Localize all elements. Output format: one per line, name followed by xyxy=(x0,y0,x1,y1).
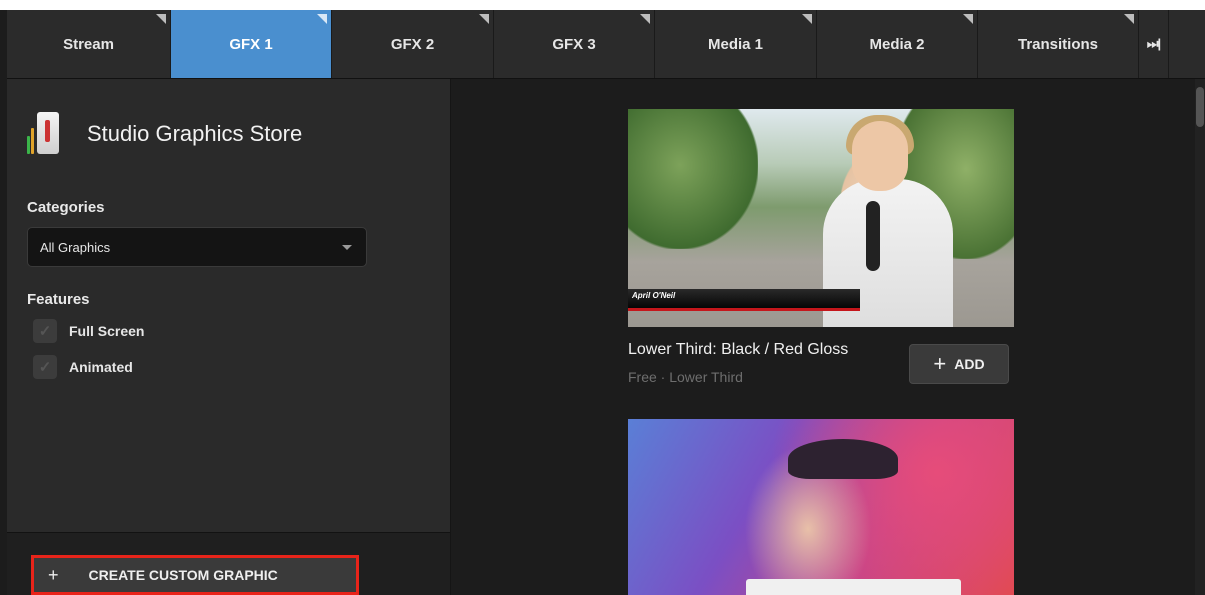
feature-animated[interactable]: ✓ Animated xyxy=(33,355,133,379)
graphic-thumbnail[interactable] xyxy=(628,419,1014,595)
tab-transitions[interactable]: Transitions xyxy=(978,10,1139,78)
app-window: Stream GFX 1 GFX 2 GFX 3 Media 1 Media 2… xyxy=(0,10,1205,595)
tab-label: Stream xyxy=(63,35,114,53)
graphics-store-icon xyxy=(27,110,67,158)
plus-icon: + xyxy=(933,351,947,376)
tab-gfx-2[interactable]: GFX 2 xyxy=(332,10,494,78)
tab-scroll-right-icon[interactable]: ⏭| xyxy=(1139,10,1169,78)
create-button-label: CREATE CUSTOM GRAPHIC xyxy=(88,567,278,583)
plus-icon: + xyxy=(48,564,59,585)
sidebar-footer: + CREATE CUSTOM GRAPHIC xyxy=(7,532,450,595)
checkbox[interactable]: ✓ xyxy=(33,355,57,379)
create-custom-graphic-button[interactable]: + CREATE CUSTOM GRAPHIC xyxy=(31,555,359,595)
category-selected-value: All Graphics xyxy=(40,239,111,255)
tab-corner-icon xyxy=(802,14,812,24)
store-header: Studio Graphics Store xyxy=(27,109,302,159)
add-graphic-button[interactable]: + ADD xyxy=(909,344,1009,384)
tab-label: GFX 3 xyxy=(552,35,596,53)
tab-corner-icon xyxy=(640,14,650,24)
tab-label: Media 2 xyxy=(869,35,925,53)
scrollbar-thumb[interactable] xyxy=(1196,87,1204,127)
graphic-title: Lower Third: Black / Red Gloss xyxy=(628,341,849,358)
tab-corner-icon xyxy=(156,14,166,24)
graphic-meta: Free · Lower Third xyxy=(628,369,743,385)
store-title: Studio Graphics Store xyxy=(87,121,303,146)
graphic-thumbnail[interactable]: April O'Neil xyxy=(628,109,1014,327)
tab-media-2[interactable]: Media 2 xyxy=(817,10,978,78)
tab-label: Transitions xyxy=(1017,35,1099,53)
add-button-label: ADD xyxy=(954,356,985,372)
tab-gfx-3[interactable]: GFX 3 xyxy=(494,10,655,78)
tab-label: GFX 2 xyxy=(390,35,435,53)
category-dropdown[interactable]: All Graphics xyxy=(27,227,367,267)
tab-media-1[interactable]: Media 1 xyxy=(655,10,817,78)
tab-bar: Stream GFX 1 GFX 2 GFX 3 Media 1 Media 2… xyxy=(7,10,1205,79)
tab-corner-icon xyxy=(317,14,327,24)
scrollbar[interactable] xyxy=(1195,79,1205,595)
tab-label: GFX 1 xyxy=(229,35,273,53)
graphics-list: April O'Neil Lower Third: Black / Red Gl… xyxy=(451,79,1205,595)
tab-label: Media 1 xyxy=(707,35,764,53)
categories-label: Categories xyxy=(27,199,105,216)
feature-label: Animated xyxy=(69,359,133,375)
checkbox[interactable]: ✓ xyxy=(33,319,57,343)
feature-label: Full Screen xyxy=(69,323,145,339)
thumbnail-caption xyxy=(746,579,961,595)
tab-corner-icon xyxy=(963,14,973,24)
features-label: Features xyxy=(27,291,90,308)
lower-third-preview: April O'Neil xyxy=(628,289,860,311)
tab-gfx-1[interactable]: GFX 1 xyxy=(171,10,332,78)
sidebar: Studio Graphics Store Categories All Gra… xyxy=(7,79,451,595)
tab-corner-icon xyxy=(479,14,489,24)
tab-stream[interactable]: Stream xyxy=(7,10,171,78)
tab-corner-icon xyxy=(1124,14,1134,24)
chevron-down-icon xyxy=(342,245,352,250)
lower-third-name: April O'Neil xyxy=(632,291,676,300)
feature-full-screen[interactable]: ✓ Full Screen xyxy=(33,319,144,343)
